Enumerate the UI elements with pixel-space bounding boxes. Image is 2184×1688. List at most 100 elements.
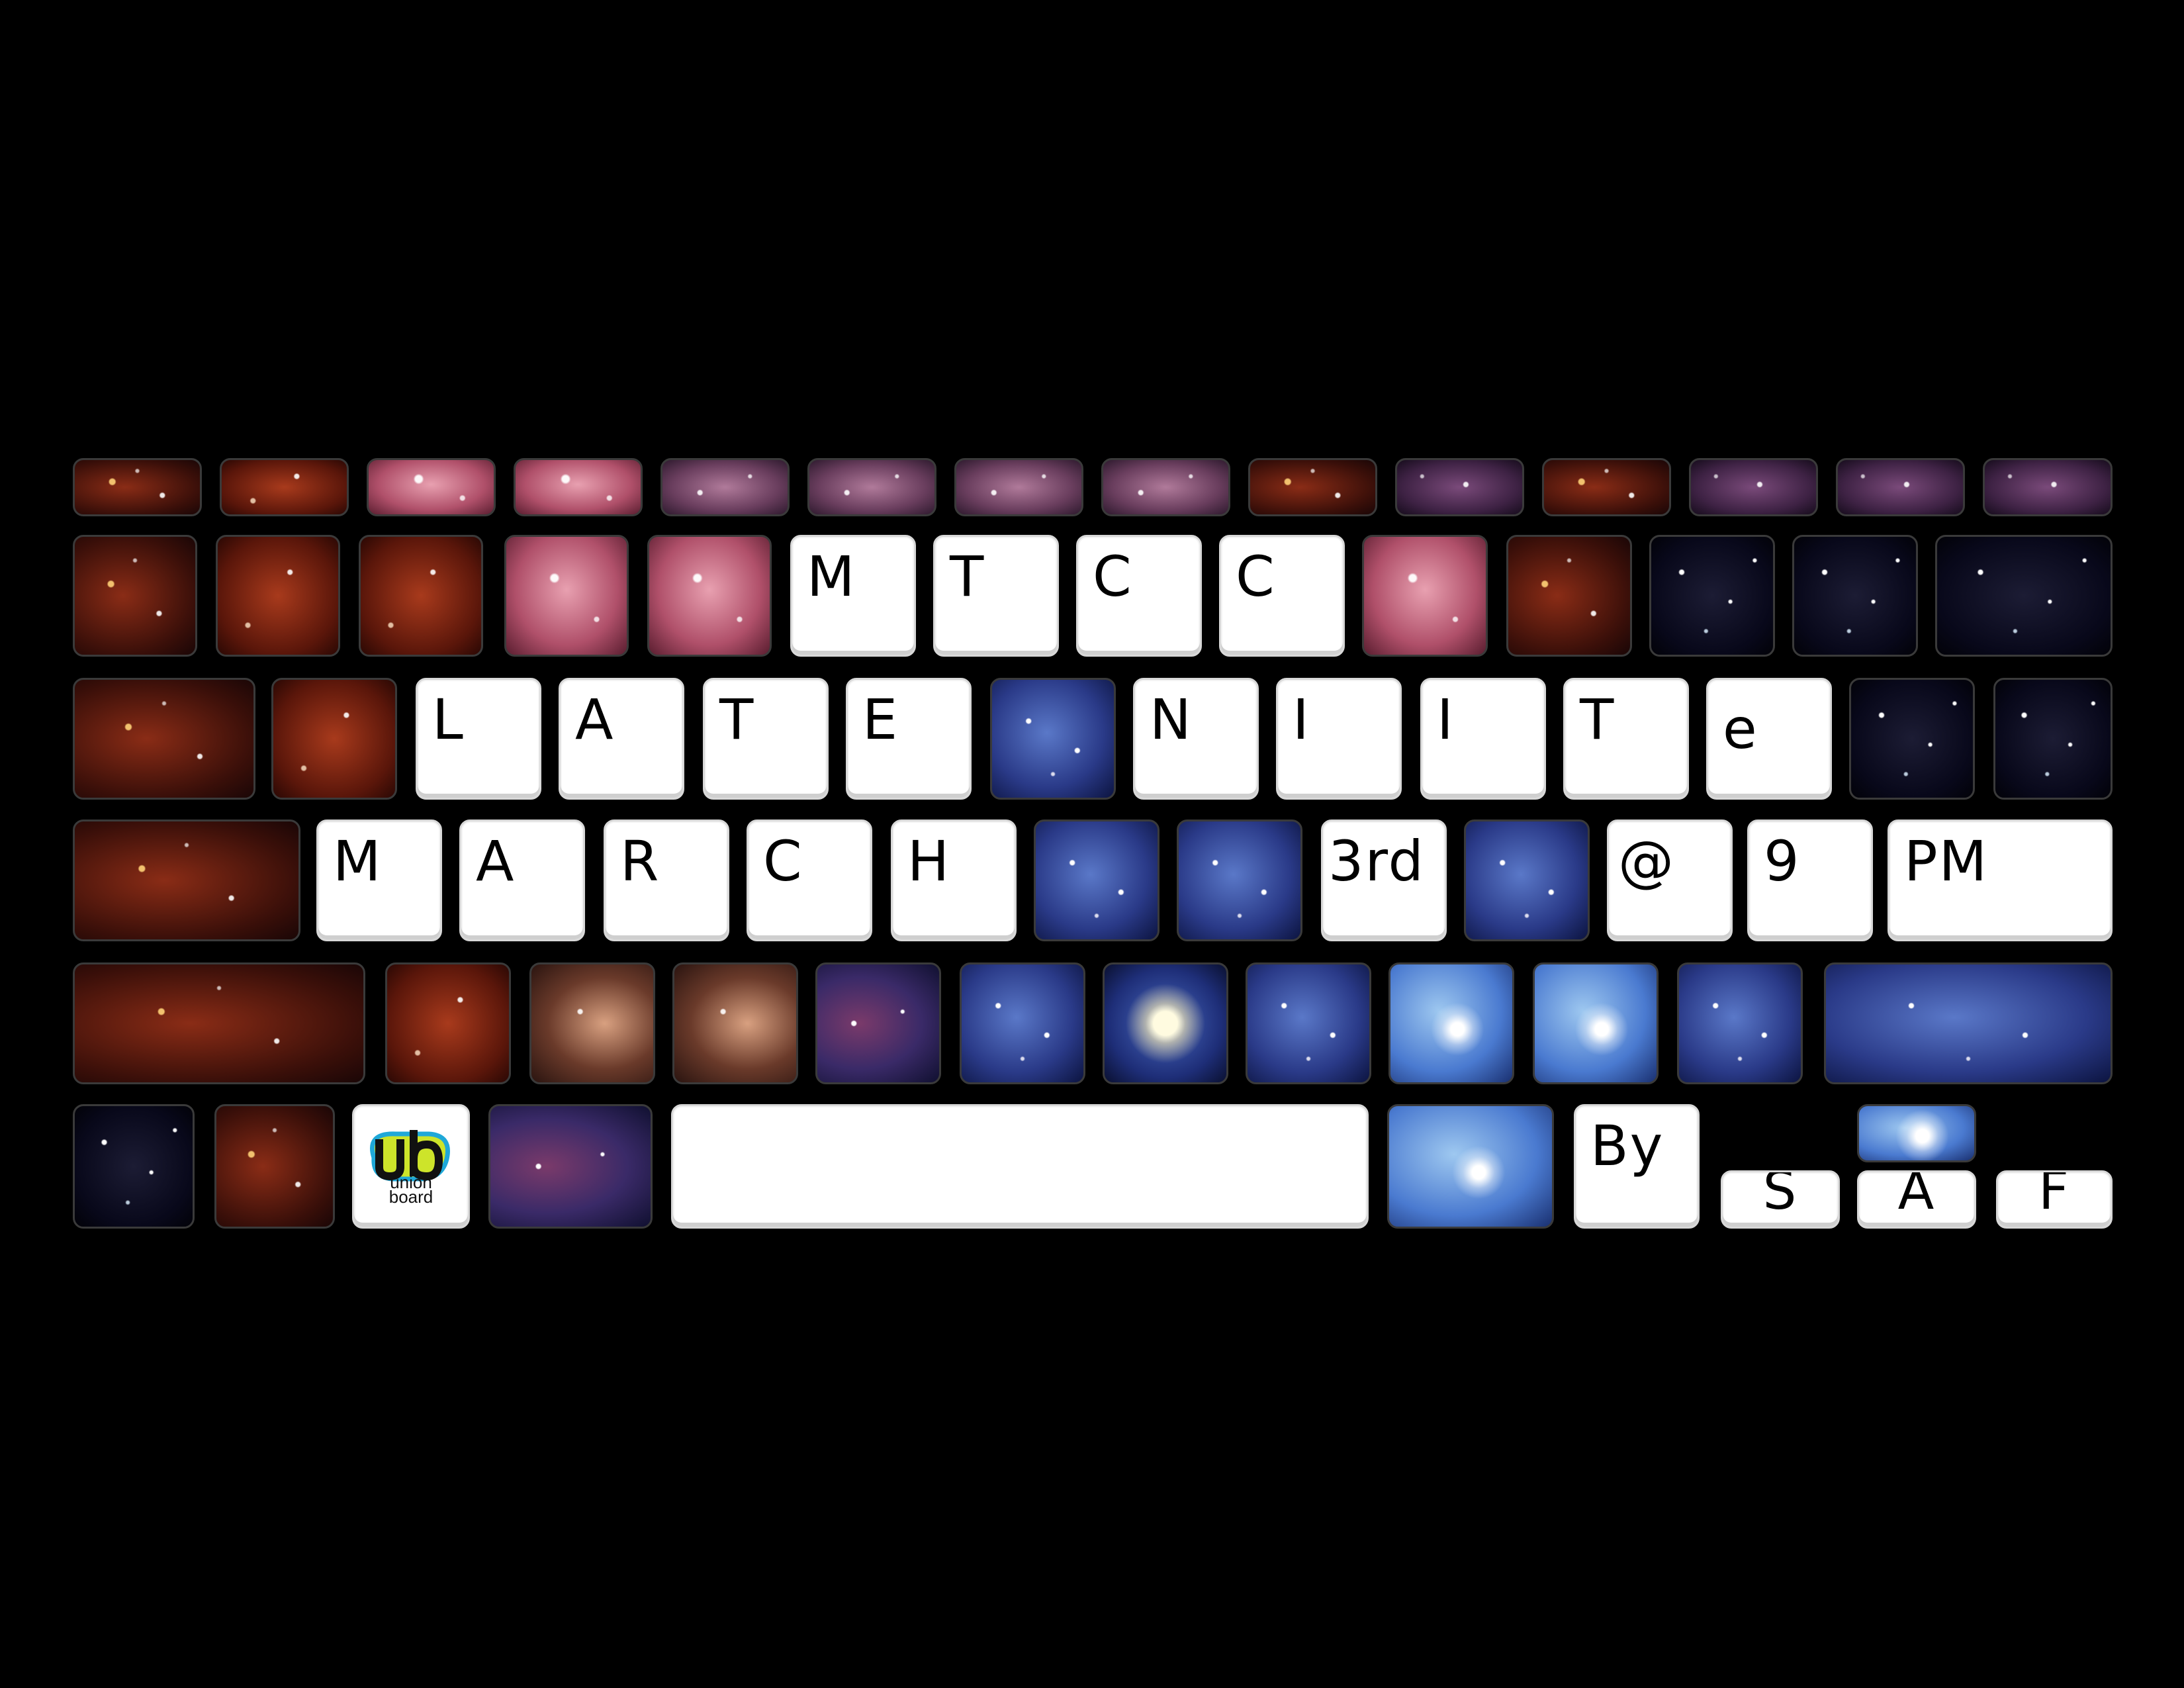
- key-label: C: [763, 829, 803, 894]
- fn-key-2: [220, 458, 349, 516]
- key-label: A: [1897, 1170, 1936, 1221]
- key-r5-11: [1677, 962, 1803, 1084]
- key-n: N: [1133, 678, 1259, 800]
- key-arrow-up: [1857, 1104, 1976, 1162]
- key-label: R: [620, 829, 660, 894]
- key-h: H: [891, 820, 1017, 941]
- fn-key-12: [1689, 458, 1818, 516]
- key-e: E: [846, 678, 972, 800]
- key-cmd-right: [1387, 1104, 1554, 1229]
- key-i-2: I: [1420, 678, 1546, 800]
- key-e-small: e: [1706, 678, 1832, 800]
- key-r2-12: [1649, 535, 1775, 657]
- key-r2-11: [1506, 535, 1632, 657]
- key-r3-14: [1993, 678, 2113, 800]
- key-r5-5: [815, 962, 941, 1084]
- key-label: I: [1437, 687, 1455, 752]
- key-m-2: M: [316, 820, 442, 941]
- key-r5-6: [960, 962, 1085, 1084]
- key-at: @: [1607, 820, 1733, 941]
- key-r4-10: [1464, 820, 1590, 941]
- key-label: A: [575, 687, 615, 752]
- key-r2-1: [73, 535, 197, 657]
- key-label: S: [1762, 1170, 1798, 1221]
- keyboard: M T C C L A T E N I I T e M A R C H 3rd …: [0, 0, 2184, 1688]
- fn-key-1: [73, 458, 202, 516]
- key-label: C: [1093, 544, 1133, 609]
- key-r5-2: [385, 962, 511, 1084]
- key-ctrl: [214, 1104, 335, 1229]
- key-label: 3rd: [1328, 829, 1425, 894]
- svg-text:board: board: [389, 1187, 433, 1205]
- key-r5-3: [529, 962, 655, 1084]
- key-label: By: [1590, 1113, 1664, 1178]
- key-t-2: T: [1563, 678, 1689, 800]
- key-a: A: [559, 678, 684, 800]
- fn-key-14: [1983, 458, 2113, 516]
- key-r5-8: [1246, 962, 1371, 1084]
- key-label: T: [950, 544, 985, 609]
- key-r2-2: [216, 535, 340, 657]
- key-label: T: [1580, 687, 1615, 752]
- fn-key-4: [514, 458, 643, 516]
- key-label: @: [1618, 829, 1675, 894]
- key-cmd-left: [488, 1104, 653, 1229]
- key-label: M: [807, 544, 856, 609]
- key-r2-10: [1362, 535, 1488, 657]
- key-fn: [73, 1104, 195, 1229]
- key-label: I: [1293, 687, 1310, 752]
- key-t-1: T: [703, 678, 829, 800]
- key-label: 9: [1764, 829, 1801, 894]
- key-shift-left: [73, 962, 365, 1084]
- key-r5-7: [1103, 962, 1228, 1084]
- key-r5-4: [672, 962, 798, 1084]
- key-arrow-right: F: [1996, 1170, 2113, 1229]
- key-label: N: [1150, 687, 1193, 752]
- key-label: PM: [1904, 829, 1989, 894]
- key-arrow-down: A: [1857, 1170, 1976, 1229]
- fn-key-13: [1836, 458, 1965, 516]
- key-r2-4: [504, 535, 629, 657]
- key-r4-7: [1034, 820, 1160, 941]
- key-space: [671, 1104, 1369, 1229]
- key-label: F: [2038, 1170, 2070, 1221]
- key-r3-2: [271, 678, 397, 800]
- key-label: M: [333, 829, 383, 894]
- key-by: By: [1574, 1104, 1700, 1229]
- key-nine: 9: [1747, 820, 1873, 941]
- key-pm: PM: [1888, 820, 2113, 941]
- key-label: A: [476, 829, 516, 894]
- key-r3-7: [990, 678, 1116, 800]
- key-r4-8: [1177, 820, 1302, 941]
- key-r2-5: [647, 535, 772, 657]
- fn-key-5: [660, 458, 790, 516]
- key-r2-13: [1792, 535, 1918, 657]
- key-i-1: I: [1276, 678, 1402, 800]
- key-label: H: [907, 829, 951, 894]
- key-caps: [73, 820, 300, 941]
- key-t: T: [933, 535, 1059, 657]
- fn-key-7: [954, 458, 1083, 516]
- key-tab: [73, 678, 255, 800]
- fn-key-11: [1542, 458, 1671, 516]
- union-board-logo-icon: union board: [369, 1130, 450, 1205]
- fn-key-6: [807, 458, 936, 516]
- key-date: 3rd: [1321, 820, 1447, 941]
- key-union-board-logo: union board: [352, 1104, 470, 1229]
- fn-key-3: [367, 458, 496, 516]
- key-label: L: [432, 687, 465, 752]
- key-r5-10: [1533, 962, 1659, 1084]
- key-r5-9: [1388, 962, 1514, 1084]
- key-a-2: A: [459, 820, 585, 941]
- fn-key-10: [1395, 458, 1524, 516]
- key-label: T: [719, 687, 755, 752]
- key-shift-right: [1824, 962, 2113, 1084]
- key-label: e: [1723, 696, 1758, 761]
- key-c-1: C: [1076, 535, 1202, 657]
- key-c-2: C: [1219, 535, 1345, 657]
- key-label: C: [1236, 544, 1276, 609]
- key-m: M: [790, 535, 916, 657]
- fn-key-8: [1101, 458, 1230, 516]
- key-r2-3: [359, 535, 483, 657]
- key-backspace: [1935, 535, 2113, 657]
